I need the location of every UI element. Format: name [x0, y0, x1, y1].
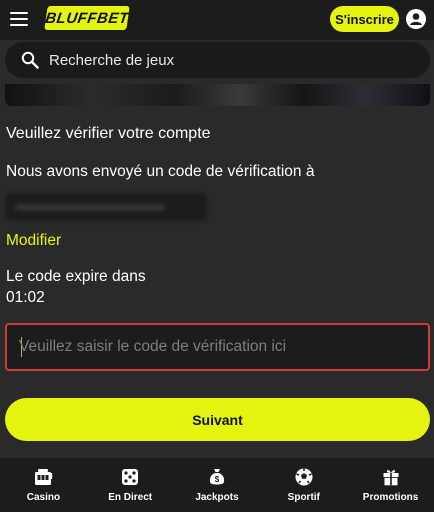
- soccer-ball-icon: [295, 468, 313, 486]
- bluffbet-logo[interactable]: BLUFFBET: [44, 6, 130, 30]
- search-icon: [21, 51, 39, 69]
- countdown-timer: 01:02: [6, 289, 45, 306]
- modify-link[interactable]: Modifier: [6, 232, 61, 250]
- nav-item-casino[interactable]: Casino: [0, 458, 87, 512]
- user-account-icon[interactable]: [406, 9, 426, 29]
- next-button[interactable]: Suivant: [5, 398, 430, 441]
- code-expiry-label: Le code expire dans: [6, 268, 146, 285]
- svg-text:$: $: [215, 475, 220, 484]
- nav-label-casino: Casino: [26, 492, 61, 503]
- signup-button[interactable]: S'inscrire: [330, 6, 399, 32]
- verification-code-input[interactable]: [19, 325, 419, 369]
- game-search-bar[interactable]: [5, 42, 430, 78]
- nav-item-live[interactable]: En Direct: [87, 458, 174, 512]
- dice-icon: [122, 469, 139, 485]
- code-sent-text: Nous avons envoyé un code de vérificatio…: [6, 163, 315, 180]
- nav-label-sports: Sportif: [287, 492, 320, 503]
- bottom-navigation: Casino En Direct $ Jackpots Sportif Prom…: [0, 458, 434, 512]
- money-bag-icon: $: [209, 469, 225, 485]
- menu-icon[interactable]: [10, 12, 28, 26]
- nav-label-promotions: Promotions: [362, 492, 419, 503]
- gift-icon: [383, 470, 399, 486]
- search-input[interactable]: [49, 42, 419, 78]
- page-title: Veuillez vérifier votre compte: [6, 125, 211, 142]
- nav-item-promotions[interactable]: Promotions: [347, 458, 434, 512]
- casino-icon: [35, 469, 53, 485]
- nav-item-sports[interactable]: Sportif: [260, 458, 347, 512]
- nav-label-jackpots: Jackpots: [195, 492, 239, 503]
- promo-banner[interactable]: [5, 84, 430, 106]
- top-header: BLUFFBET S'inscrire: [0, 0, 434, 40]
- nav-item-jackpots[interactable]: $ Jackpots: [174, 458, 261, 512]
- nav-label-live: En Direct: [108, 492, 153, 503]
- verification-code-field[interactable]: [5, 323, 430, 371]
- masked-email: [5, 193, 207, 221]
